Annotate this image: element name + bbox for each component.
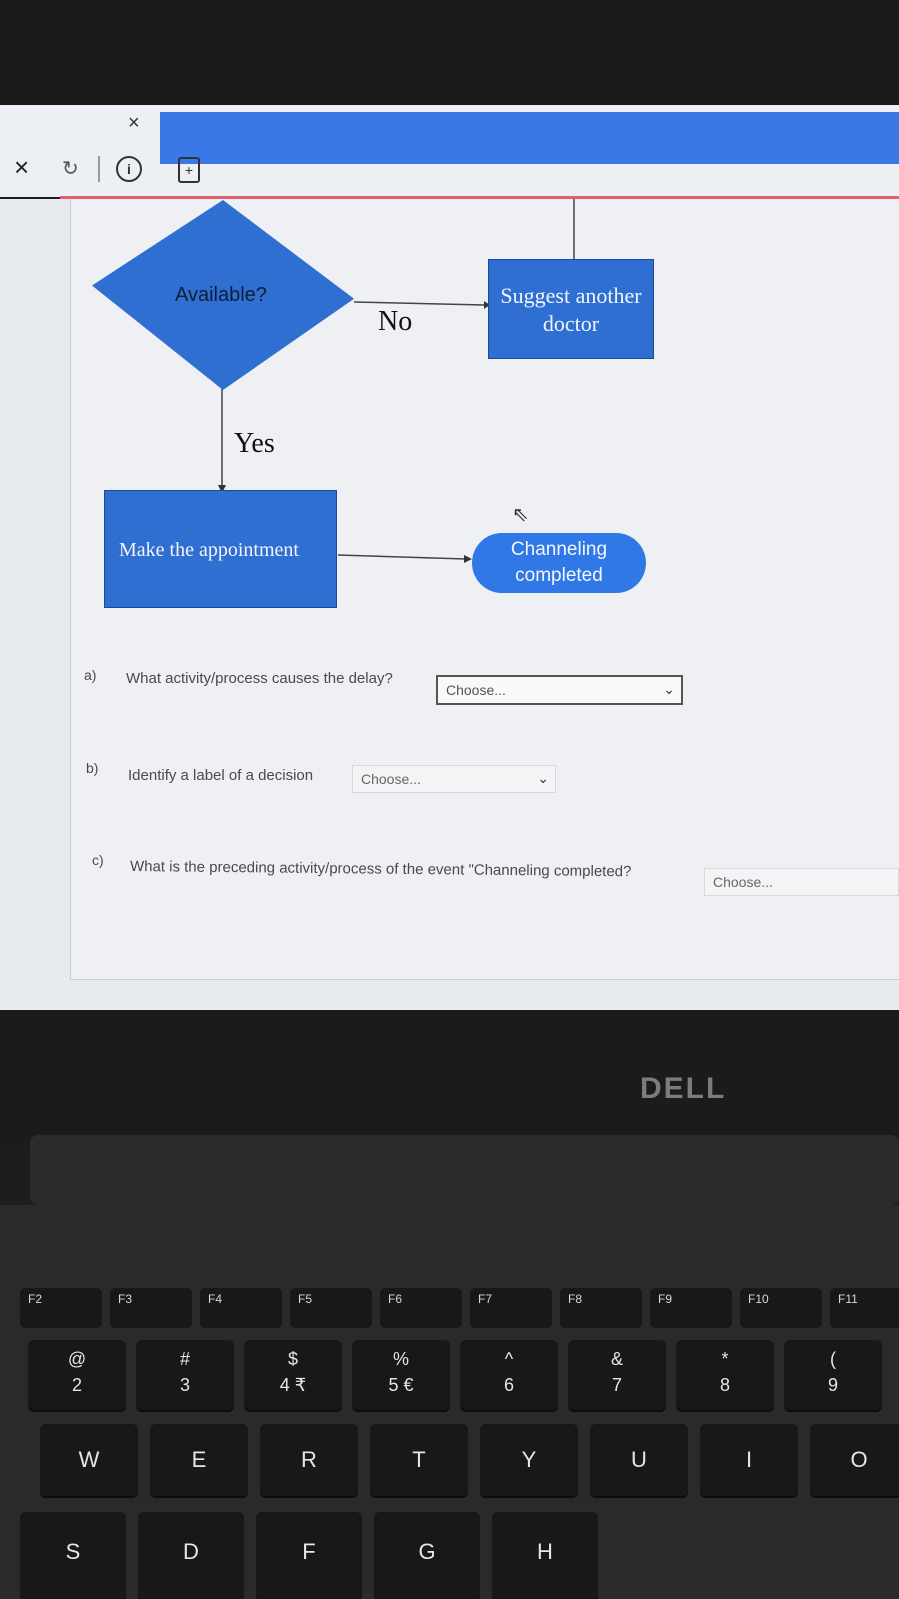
tab-close-icon[interactable]: ×: [128, 112, 140, 135]
mouse-cursor-icon: ⇖: [512, 504, 529, 526]
question-b-select[interactable]: Choose... ⌄: [352, 765, 556, 793]
question-c-select[interactable]: Choose...: [704, 868, 899, 896]
browser-tab-strip[interactable]: [160, 112, 899, 164]
fn-key-f7[interactable]: F7: [470, 1288, 552, 1328]
chevron-down-icon: ⌄: [663, 681, 675, 697]
key-y[interactable]: Y: [480, 1424, 578, 1496]
key-digit: 5 €: [388, 1375, 414, 1395]
dell-logo: DELL: [640, 1072, 727, 1105]
laptop-hinge: [30, 1135, 899, 1205]
fn-key-f9[interactable]: F9: [650, 1288, 732, 1328]
key-i[interactable]: I: [700, 1424, 798, 1496]
key-digit: 9: [827, 1375, 838, 1395]
make-appointment-label: Make the appointment: [119, 539, 299, 561]
page-action-icon[interactable]: +: [178, 157, 200, 183]
number-key-7[interactable]: (9: [784, 1340, 882, 1410]
key-e[interactable]: E: [150, 1424, 248, 1496]
key-digit: 7: [611, 1375, 622, 1395]
question-b-letter: b): [86, 760, 99, 776]
key-symbol: @: [67, 1349, 87, 1369]
suggest-doctor-box: Suggest another doctor: [488, 259, 654, 359]
suggest-label-line2: doctor: [542, 311, 600, 336]
fn-key-f8[interactable]: F8: [560, 1288, 642, 1328]
key-symbol: ^: [504, 1349, 514, 1369]
make-appointment-box: Make the appointment: [104, 490, 337, 608]
key-f[interactable]: F: [256, 1512, 362, 1599]
decision-label: Available?: [175, 284, 267, 306]
question-a-letter: a): [84, 667, 97, 683]
no-branch-label: No: [378, 306, 413, 337]
end-label-line2: completed: [515, 565, 603, 586]
number-key-2[interactable]: $4 ₹: [244, 1340, 342, 1410]
key-r[interactable]: R: [260, 1424, 358, 1496]
laptop-bottom-bezel: [0, 1010, 899, 1150]
question-b-text: Identify a label of a decision: [128, 767, 314, 784]
question-c-selected: Choose...: [713, 874, 773, 890]
fn-key-f11[interactable]: F11: [830, 1288, 899, 1328]
end-label-line1: Channeling: [510, 539, 608, 560]
question-a-text: What activity/process causes the delay?: [126, 670, 393, 687]
info-icon[interactable]: i: [116, 156, 142, 182]
channeling-completed-event: Channeling completed: [472, 533, 646, 593]
key-o[interactable]: O: [810, 1424, 899, 1496]
yes-branch-label: Yes: [234, 428, 275, 459]
key-digit: 3: [179, 1375, 190, 1395]
question-c-letter: c): [92, 852, 104, 868]
key-digit: 4 ₹: [279, 1375, 307, 1395]
toolbar-divider: [98, 156, 100, 182]
fn-key-f6[interactable]: F6: [380, 1288, 462, 1328]
key-symbol: %: [392, 1349, 409, 1369]
key-w[interactable]: W: [40, 1424, 138, 1496]
number-key-5[interactable]: & 7: [568, 1340, 666, 1410]
key-h[interactable]: H: [492, 1512, 598, 1599]
key-s[interactable]: S: [20, 1512, 126, 1599]
key-symbol: (: [830, 1349, 836, 1369]
reload-icon[interactable]: ↻: [62, 156, 79, 181]
fn-key-f10[interactable]: F10: [740, 1288, 822, 1328]
stop-icon[interactable]: ×: [14, 152, 29, 183]
key-symbol: #: [179, 1349, 190, 1369]
laptop-top-bezel: [0, 0, 899, 110]
suggest-label-line1: Suggest another: [500, 283, 642, 308]
key-t[interactable]: T: [370, 1424, 468, 1496]
number-key-6[interactable]: * 8: [676, 1340, 774, 1410]
question-b-selected: Choose...: [361, 771, 421, 787]
key-u[interactable]: U: [590, 1424, 688, 1496]
key-symbol: $: [287, 1349, 298, 1369]
number-key-3[interactable]: % 5 €: [352, 1340, 450, 1410]
key-symbol: &: [610, 1349, 623, 1369]
fn-key-f3[interactable]: F3: [110, 1288, 192, 1328]
number-key-0[interactable]: @2: [28, 1340, 126, 1410]
fn-key-f5[interactable]: F5: [290, 1288, 372, 1328]
number-key-1[interactable]: #3: [136, 1340, 234, 1410]
key-g[interactable]: G: [374, 1512, 480, 1599]
key-digit: 6: [503, 1375, 514, 1395]
key-symbol: *: [721, 1349, 729, 1369]
question-a-select[interactable]: Choose... ⌄: [436, 675, 683, 705]
key-d[interactable]: D: [138, 1512, 244, 1599]
number-key-4[interactable]: ^ 6: [460, 1340, 558, 1410]
fn-key-f2[interactable]: F2: [20, 1288, 102, 1328]
question-a-selected: Choose...: [446, 682, 506, 698]
key-digit: 8: [719, 1375, 730, 1395]
fn-key-f4[interactable]: F4: [200, 1288, 282, 1328]
chevron-down-icon: ⌄: [537, 770, 549, 786]
key-digit: 2: [71, 1375, 82, 1395]
